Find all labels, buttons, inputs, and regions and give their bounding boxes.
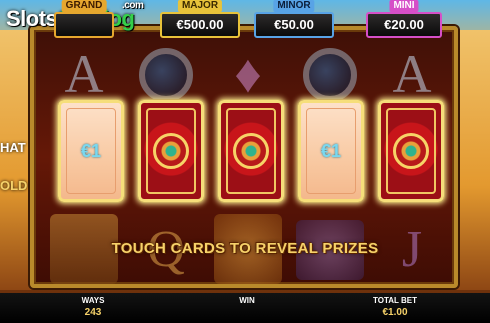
ways-label: WAYS	[81, 296, 105, 305]
jackpot-major: MAJOR €500.00	[160, 0, 240, 38]
ring-symbol	[132, 44, 200, 106]
medallion-icon	[393, 133, 429, 169]
medallion-icon	[153, 133, 189, 169]
prize-card-2[interactable]	[138, 100, 204, 202]
jackpot-grand: GRAND	[54, 0, 114, 38]
win-label: WIN	[239, 296, 255, 305]
jackpot-mini-label: MINI	[389, 0, 419, 12]
symbol-a-2: A	[392, 44, 432, 104]
side-title-fragment: HAT	[0, 140, 26, 155]
card-prize-value: €1	[80, 141, 102, 161]
medallion-icon	[233, 133, 269, 169]
prize-card-4[interactable]: €1	[298, 100, 364, 202]
side-title-fragment-2: OLD	[0, 178, 28, 193]
reveal-prompt: TOUCH CARDS TO REVEAL PRIZES	[111, 240, 379, 257]
prize-card-3[interactable]	[218, 100, 284, 202]
genie-symbol: ♦	[234, 44, 262, 104]
jackpot-grand-value	[54, 12, 114, 38]
symbol-a: A	[64, 44, 104, 104]
status-bar: WAYS 243 WIN TOTAL BET €1.00	[0, 293, 490, 323]
total-bet-label: TOTAL BET	[373, 296, 417, 305]
jackpot-mini-value: €20.00	[366, 12, 442, 38]
ways-display: WAYS 243	[78, 296, 108, 318]
total-bet-value: €1.00	[382, 307, 408, 318]
ways-value: 243	[84, 307, 102, 318]
total-bet-display: TOTAL BET €1.00	[372, 296, 418, 318]
prize-card-5[interactable]	[378, 100, 444, 202]
win-display: WIN	[232, 296, 262, 307]
jackpot-grand-label: GRAND	[61, 0, 107, 12]
jackpot-major-label: MAJOR	[177, 0, 223, 12]
jackpot-mini: MINI €20.00	[366, 0, 442, 38]
jackpot-minor-value: €50.00	[254, 12, 334, 38]
ring-symbol-2	[296, 44, 364, 106]
jackpot-minor-label: MINOR	[273, 0, 315, 12]
jackpot-minor: MINOR €50.00	[254, 0, 334, 38]
jackpot-panel: GRAND MAJOR €500.00 MINOR €50.00 MINI €2…	[54, 0, 464, 38]
game-scene: HAT OLD A Q ♦ A J SlotsCatalog.com GRAND	[0, 0, 490, 323]
prize-card-1[interactable]: €1	[58, 100, 124, 202]
jackpot-major-value: €500.00	[160, 12, 240, 38]
card-prize-value: €1	[320, 141, 342, 161]
